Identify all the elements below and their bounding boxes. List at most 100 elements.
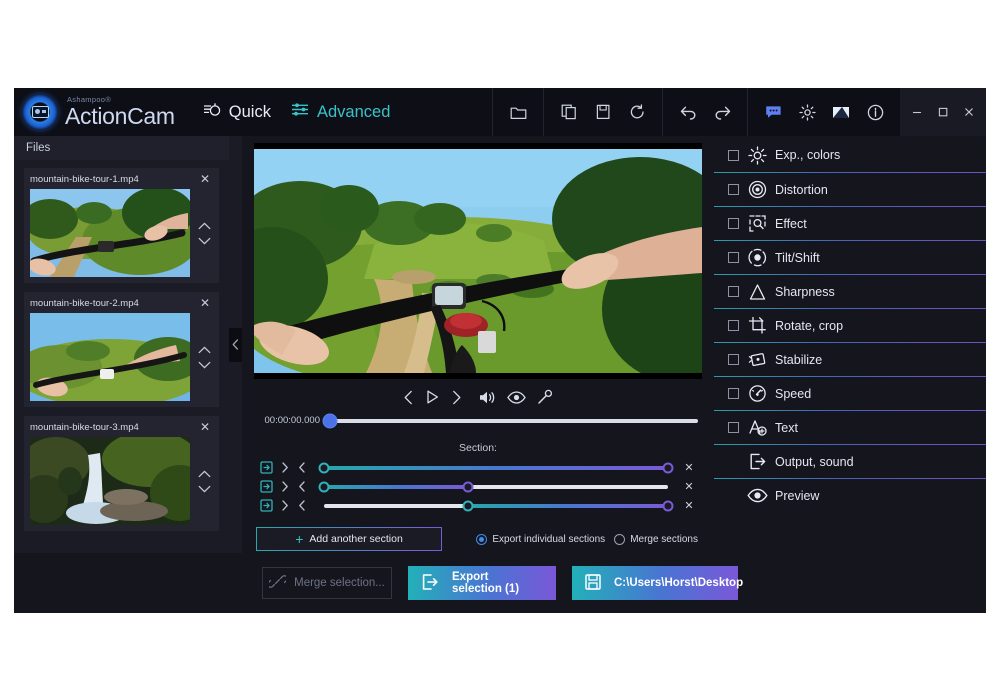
section-back-icon[interactable] xyxy=(293,481,310,492)
section-end-handle[interactable] xyxy=(663,500,674,511)
next-frame-button[interactable] xyxy=(451,390,462,405)
toolbar-group-misc xyxy=(747,88,900,136)
export-selection-button[interactable]: Export selection (1) xyxy=(408,566,556,600)
tool-row-tilt-shift[interactable]: Tilt/Shift xyxy=(714,240,986,274)
tool-checkbox[interactable] xyxy=(728,252,739,263)
radio-export-individual[interactable]: Export individual sections xyxy=(476,534,605,545)
volume-button[interactable] xyxy=(478,390,496,405)
close-button[interactable] xyxy=(956,88,982,136)
seek-slider[interactable] xyxy=(330,419,698,423)
section-range-slider[interactable] xyxy=(324,466,668,470)
section-range-slider[interactable] xyxy=(324,504,668,508)
export-section-icon[interactable] xyxy=(256,480,276,493)
copy-icon[interactable] xyxy=(554,97,584,127)
image-icon[interactable] xyxy=(826,97,856,127)
section-end-handle[interactable] xyxy=(463,481,474,492)
tool-checkbox[interactable] xyxy=(728,388,739,399)
redo-icon[interactable] xyxy=(707,97,737,127)
tool-row-text[interactable]: Text xyxy=(714,410,986,444)
tool-row-exp-colors[interactable]: Exp., colors xyxy=(714,138,986,172)
tool-row-preview[interactable]: Preview xyxy=(714,478,986,512)
tools-panel: Exp., colors Distortion Effect xyxy=(714,136,986,553)
previous-frame-button[interactable] xyxy=(403,390,414,405)
timecode-label: 00:00:00.000 xyxy=(246,415,320,426)
move-up-icon[interactable] xyxy=(198,470,211,478)
tab-advanced[interactable]: Advanced xyxy=(291,102,390,122)
section-range-slider[interactable] xyxy=(324,485,668,489)
section-forward-icon[interactable] xyxy=(276,462,293,473)
section-forward-icon[interactable] xyxy=(276,481,293,492)
undo-icon[interactable] xyxy=(673,97,703,127)
export-section-icon[interactable] xyxy=(256,499,276,512)
file-thumbnail xyxy=(30,313,190,401)
merge-selection-button[interactable]: Merge selection... xyxy=(262,567,392,599)
delete-section-button[interactable]: ✕ xyxy=(678,461,700,474)
tool-row-effect[interactable]: Effect xyxy=(714,206,986,240)
tab-quick[interactable]: Quick xyxy=(203,102,271,122)
eye-icon xyxy=(739,488,775,503)
destination-button[interactable]: C:\Users\Horst\Desktop xyxy=(572,566,738,600)
tool-label: Tilt/Shift xyxy=(775,251,820,265)
section-start-handle[interactable] xyxy=(319,462,330,473)
sidebar-collapse-area xyxy=(229,136,242,553)
export-section-icon[interactable] xyxy=(256,461,276,474)
stabilize-icon xyxy=(739,350,775,369)
tool-label: Sharpness xyxy=(775,285,835,299)
tool-checkbox[interactable] xyxy=(728,184,739,195)
reset-icon[interactable] xyxy=(622,97,652,127)
list-item[interactable]: mountain-bike-tour-3.mp4 ✕ xyxy=(24,416,219,531)
list-item[interactable]: mountain-bike-tour-2.mp4 ✕ xyxy=(24,292,219,407)
lens-icon xyxy=(739,180,775,199)
tool-checkbox[interactable] xyxy=(728,354,739,365)
save-icon[interactable] xyxy=(588,97,618,127)
radio-indicator xyxy=(476,534,487,545)
list-item[interactable]: mountain-bike-tour-1.mp4 ✕ xyxy=(24,168,219,283)
tool-checkbox[interactable] xyxy=(728,320,739,331)
sliders-icon xyxy=(291,102,310,122)
tool-row-output-sound[interactable]: Output, sound xyxy=(714,444,986,478)
tools-button[interactable] xyxy=(537,389,553,405)
tool-checkbox[interactable] xyxy=(728,218,739,229)
delete-section-button[interactable]: ✕ xyxy=(678,480,700,493)
tool-row-speed[interactable]: Speed xyxy=(714,376,986,410)
move-down-icon[interactable] xyxy=(198,361,211,369)
move-down-icon[interactable] xyxy=(198,485,211,493)
move-up-icon[interactable] xyxy=(198,346,211,354)
feedback-icon[interactable] xyxy=(758,97,788,127)
delete-section-button[interactable]: ✕ xyxy=(678,499,700,512)
section-back-icon[interactable] xyxy=(293,462,310,473)
section-start-handle[interactable] xyxy=(463,500,474,511)
move-up-icon[interactable] xyxy=(198,222,211,230)
export-selection-label: Export selection (1) xyxy=(452,571,540,595)
remove-file-button[interactable]: ✕ xyxy=(197,421,213,433)
section-footer: + Add another section Export individual … xyxy=(242,515,714,551)
tool-checkbox[interactable] xyxy=(728,286,739,297)
radio-merge-sections[interactable]: Merge sections xyxy=(614,534,698,545)
maximize-button[interactable] xyxy=(930,88,956,136)
tool-row-sharpness[interactable]: Sharpness xyxy=(714,274,986,308)
info-icon[interactable] xyxy=(860,97,890,127)
tool-checkbox[interactable] xyxy=(728,422,739,433)
open-folder-icon[interactable] xyxy=(503,97,533,127)
section-forward-icon[interactable] xyxy=(276,500,293,511)
minimize-button[interactable] xyxy=(904,88,930,136)
remove-file-button[interactable]: ✕ xyxy=(197,297,213,309)
tool-checkbox[interactable] xyxy=(728,150,739,161)
tool-row-rotate-crop[interactable]: Rotate, crop xyxy=(714,308,986,342)
play-button[interactable] xyxy=(425,389,440,405)
seek-handle[interactable] xyxy=(324,414,337,427)
section-back-icon[interactable] xyxy=(293,500,310,511)
mode-tabs: Quick Advanced xyxy=(203,102,391,122)
add-section-button[interactable]: + Add another section xyxy=(256,527,442,551)
section-end-handle[interactable] xyxy=(663,462,674,473)
section-start-handle[interactable] xyxy=(319,481,330,492)
tool-row-distortion[interactable]: Distortion xyxy=(714,172,986,206)
settings-gear-icon[interactable] xyxy=(792,97,822,127)
tool-row-stabilize[interactable]: Stabilize xyxy=(714,342,986,376)
tool-label: Text xyxy=(775,421,798,435)
preview-eye-button[interactable] xyxy=(507,391,526,404)
remove-file-button[interactable]: ✕ xyxy=(197,173,213,185)
video-preview[interactable] xyxy=(254,143,702,379)
move-down-icon[interactable] xyxy=(198,237,211,245)
collapse-sidebar-button[interactable] xyxy=(229,328,242,362)
